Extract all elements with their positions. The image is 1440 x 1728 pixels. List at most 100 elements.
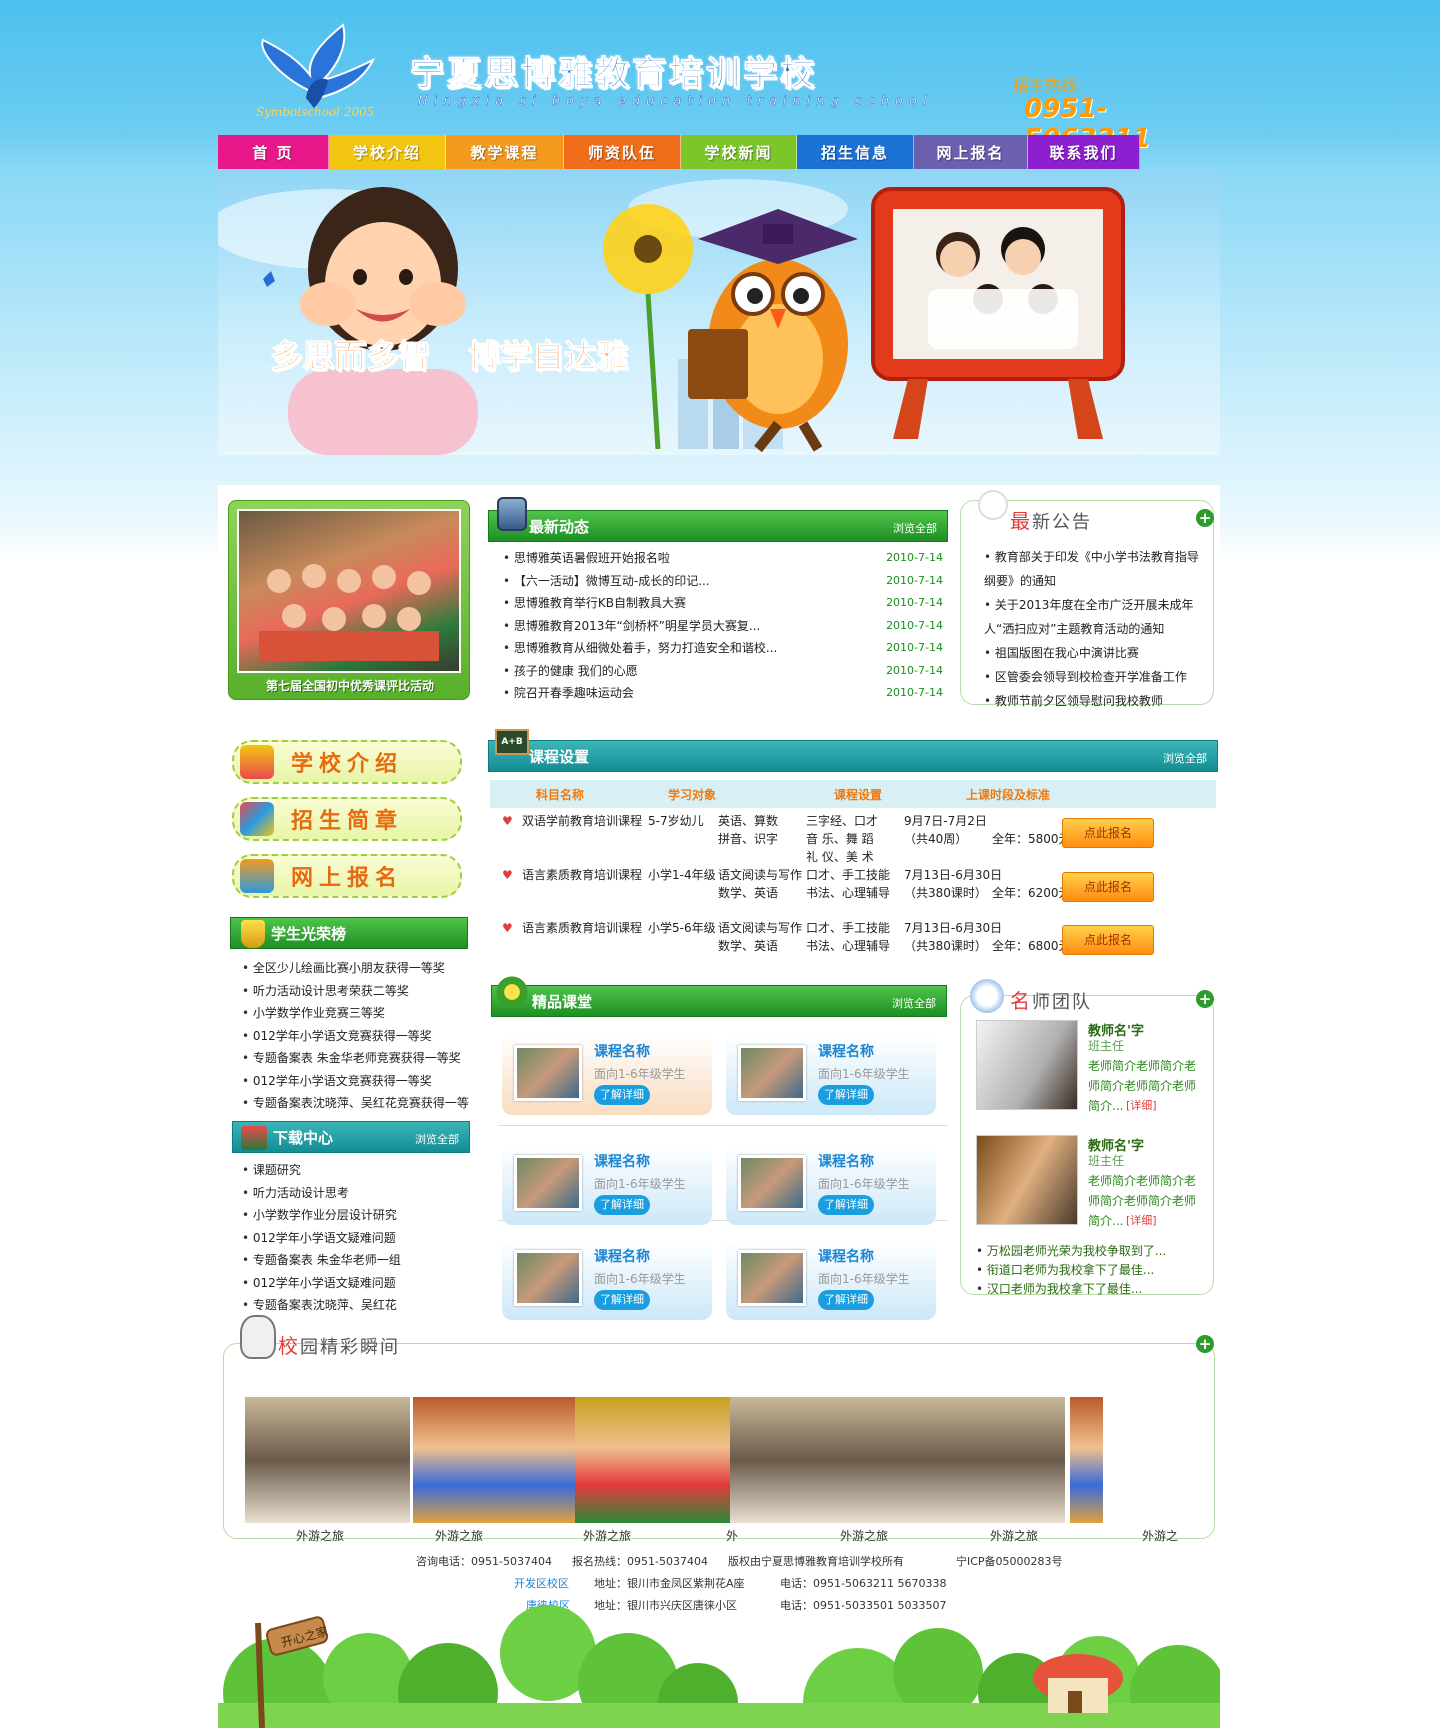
class-card[interactable]: 课程名称 面向1-6年级学生 了解详细	[502, 1145, 712, 1225]
class-card-detail-button[interactable]: 了解详细	[818, 1290, 874, 1310]
nav-item-8[interactable]: 联系我们	[1028, 135, 1140, 169]
download-item[interactable]: 专题备案表沈晓萍、吴红花	[242, 1294, 472, 1317]
class-card-name[interactable]: 课程名称	[594, 1246, 650, 1266]
notice-more-icon[interactable]: +	[1196, 509, 1214, 527]
class-card[interactable]: 课程名称 面向1-6年级学生 了解详细	[726, 1145, 936, 1225]
news-item-date: 2010-7-14	[886, 573, 943, 587]
teacher-news-item[interactable]: 衔道口老师为我校拿下了最佳...	[976, 1261, 1206, 1280]
news-item-title[interactable]: 院召开春季趣味运动会	[514, 686, 634, 700]
classes-more-link[interactable]: 浏览全部	[892, 995, 936, 1011]
courses-more-link[interactable]: 浏览全部	[1163, 750, 1207, 766]
news-item[interactable]: 思博雅教育举行KB自制教具大赛 2010-7-14	[503, 592, 943, 615]
class-card[interactable]: 课程名称 面向1-6年级学生 了解详细	[726, 1240, 936, 1320]
class-card-photo[interactable]	[514, 1250, 582, 1306]
side-button-3[interactable]: 网上报名	[232, 854, 462, 898]
teacher-photo[interactable]	[976, 1020, 1078, 1110]
honor-item[interactable]: 全区少儿绘画比赛小朋友获得一等奖	[242, 957, 472, 980]
campus-photo[interactable]	[245, 1397, 410, 1523]
class-card-detail-button[interactable]: 了解详细	[594, 1290, 650, 1310]
download-item[interactable]: 听力活动设计思考	[242, 1182, 472, 1205]
course-row: ♥ 语言素质教育培训课程 小学5-6年级 语文阅读与写作 数学、英语 口才、手工技能 书法、…	[490, 919, 1220, 969]
honor-item[interactable]: 专题备案表沈晓萍、吴红花竞赛获得一等	[242, 1092, 472, 1115]
class-card-photo[interactable]	[738, 1045, 806, 1101]
campus-photo[interactable]	[900, 1397, 1065, 1523]
class-card-photo[interactable]	[514, 1155, 582, 1211]
class-card-photo[interactable]	[514, 1045, 582, 1101]
course-col-header: 课程设置	[834, 788, 883, 802]
download-item[interactable]: 012学年小学语文疑难问题	[242, 1272, 472, 1295]
class-card-photo[interactable]	[738, 1155, 806, 1211]
news-item-title[interactable]: 孩子的健康 我们的心愿	[514, 664, 638, 678]
campus-photo[interactable]	[575, 1397, 740, 1523]
class-card[interactable]: 课程名称 面向1-6年级学生 了解详细	[502, 1035, 712, 1115]
news-item-title[interactable]: 思博雅教育2013年“剑桥杯”明星学员大赛复...	[514, 619, 760, 633]
teachers-more-icon[interactable]: +	[1196, 990, 1214, 1008]
class-card[interactable]: 课程名称 面向1-6年级学生 了解详细	[726, 1035, 936, 1115]
honor-item[interactable]: 012学年小学语文竞赛获得一等奖	[242, 1025, 472, 1048]
download-item[interactable]: 012学年小学语文疑难问题	[242, 1227, 472, 1250]
class-card-detail-button[interactable]: 了解详细	[818, 1085, 874, 1105]
notice-item[interactable]: 教育部关于印发《中小学书法教育指导纲要》的通知	[984, 545, 1206, 593]
campus-photo[interactable]	[730, 1397, 900, 1523]
teacher-news-item[interactable]: 汉口老师为我校拿下了最佳...	[976, 1280, 1206, 1299]
nav-item-6[interactable]: 招生信息	[797, 135, 914, 169]
class-card-detail-button[interactable]: 了解详细	[818, 1195, 874, 1215]
signup-button[interactable]: 点此报名	[1062, 872, 1154, 902]
class-card-detail-button[interactable]: 了解详细	[594, 1085, 650, 1105]
class-card-photo[interactable]	[738, 1250, 806, 1306]
nav-item-7[interactable]: 网上报名	[914, 135, 1028, 169]
course-set2c: 礼 仪、美 术	[806, 850, 874, 864]
side-button-2[interactable]: 招生简章	[232, 797, 462, 841]
nav-item-1[interactable]: 首 页	[218, 135, 329, 169]
notice-item[interactable]: 区管委会领导到校检查开学准备工作	[984, 665, 1206, 689]
class-card[interactable]: 课程名称 面向1-6年级学生 了解详细	[502, 1240, 712, 1320]
download-item[interactable]: 专题备案表 朱金华老师一组	[242, 1249, 472, 1272]
teacher-detail-link[interactable]: [详细]	[1126, 1212, 1157, 1228]
nav-item-4[interactable]: 师资队伍	[564, 135, 681, 169]
featured-photo[interactable]	[237, 509, 461, 673]
news-item[interactable]: 思博雅教育2013年“剑桥杯”明星学员大赛复... 2010-7-14	[503, 615, 943, 638]
news-item-title[interactable]: 思博雅教育举行KB自制教具大赛	[514, 596, 686, 610]
notice-item[interactable]: 教师节前夕区领导慰问我校教师	[984, 689, 1206, 713]
news-header: 最新动态 浏览全部	[488, 497, 948, 542]
news-item-title[interactable]: 思博雅英语暑假班开始报名啦	[514, 551, 670, 565]
news-item[interactable]: 【六一活动】微博互动-成长的印记... 2010-7-14	[503, 570, 943, 593]
honor-item[interactable]: 听力活动设计思考荣获二等奖	[242, 980, 472, 1003]
honor-item[interactable]: 小学数学作业竞赛三等奖	[242, 1002, 472, 1025]
news-item[interactable]: 思博雅英语暑假班开始报名啦 2010-7-14	[503, 547, 943, 570]
class-card-name[interactable]: 课程名称	[594, 1151, 650, 1171]
school-logo[interactable]: Symbolschool 2005	[248, 20, 388, 120]
footer-icp[interactable]: 宁ICP备05000283号	[956, 1553, 1063, 1569]
honor-item[interactable]: 012学年小学语文竞赛获得一等奖	[242, 1070, 472, 1093]
news-item-title[interactable]: 思博雅教育从细微处着手，努力打造安全和谐校...	[514, 641, 777, 655]
campus-photo[interactable]	[1070, 1397, 1103, 1523]
notice-item[interactable]: 关于2013年度在全市广泛开展未成年人“洒扫应对”主题教育活动的通知	[984, 593, 1206, 641]
news-item[interactable]: 孩子的健康 我们的心愿 2010-7-14	[503, 660, 943, 683]
signup-button[interactable]: 点此报名	[1062, 818, 1154, 848]
featured-photo-box[interactable]: 第七届全国初中优秀课评比活动	[228, 500, 470, 700]
honor-item[interactable]: 专题备案表 朱金华老师竞赛获得一等奖	[242, 1047, 472, 1070]
side-button-1[interactable]: 学校介绍	[232, 740, 462, 784]
download-item[interactable]: 课题研究	[242, 1159, 472, 1182]
teacher-detail-link[interactable]: [详细]	[1126, 1097, 1157, 1113]
news-item[interactable]: 思博雅教育从细微处着手，努力打造安全和谐校... 2010-7-14	[503, 637, 943, 660]
nav-item-2[interactable]: 学校介绍	[329, 135, 446, 169]
class-card-name[interactable]: 课程名称	[818, 1151, 874, 1171]
heart-icon: ♥	[502, 921, 513, 935]
news-more-link[interactable]: 浏览全部	[893, 520, 937, 536]
news-item[interactable]: 院召开春季趣味运动会 2010-7-14	[503, 682, 943, 705]
teacher-photo[interactable]	[976, 1135, 1078, 1225]
teacher-news-item[interactable]: 万松园老师光荣为我校争取到了...	[976, 1242, 1206, 1261]
class-card-name[interactable]: 课程名称	[818, 1246, 874, 1266]
downloads-more-link[interactable]: 浏览全部	[415, 1131, 459, 1147]
campus-photo[interactable]	[413, 1397, 578, 1523]
nav-item-3[interactable]: 教学课程	[446, 135, 564, 169]
news-item-title[interactable]: 【六一活动】微博互动-成长的印记...	[514, 574, 710, 588]
signup-button[interactable]: 点此报名	[1062, 925, 1154, 955]
download-item[interactable]: 小学数学作业分层设计研究	[242, 1204, 472, 1227]
notice-item[interactable]: 祖国版图在我心中演讲比赛	[984, 641, 1206, 665]
class-card-name[interactable]: 课程名称	[594, 1041, 650, 1061]
nav-item-5[interactable]: 学校新闻	[681, 135, 797, 169]
class-card-name[interactable]: 课程名称	[818, 1041, 874, 1061]
class-card-detail-button[interactable]: 了解详细	[594, 1195, 650, 1215]
